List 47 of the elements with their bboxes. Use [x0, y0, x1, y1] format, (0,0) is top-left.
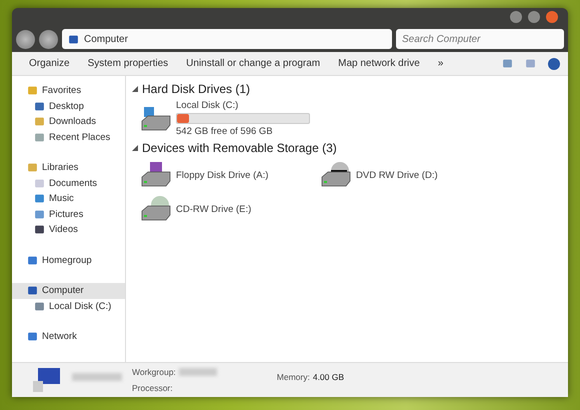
- detail-label: Memory:: [276, 372, 310, 382]
- toolbar-button[interactable]: System properties: [78, 55, 178, 72]
- sidebar-item[interactable]: Documents: [12, 176, 125, 191]
- sidebar-item[interactable]: Downloads: [12, 114, 125, 130]
- sidebar-item[interactable]: Favorites: [12, 83, 125, 98]
- toolbar-button[interactable]: Uninstall or change a program: [177, 55, 330, 72]
- drive-name[interactable]: Floppy Disk Drive (A:): [176, 170, 268, 180]
- detail-value: 4.00 GB: [312, 372, 344, 382]
- redacted-block: [72, 373, 122, 381]
- sidebar-item[interactable]: Pictures: [12, 206, 125, 222]
- sidebar-item[interactable]: Computer: [12, 283, 125, 298]
- drive-icon: [140, 161, 172, 189]
- drive-item[interactable]: Local Disk (C:) 542 GB free of 596 GB: [132, 98, 562, 139]
- close-button[interactable]: [546, 11, 558, 23]
- sidebar-item[interactable]: Recent Places: [12, 130, 125, 145]
- forward-button[interactable]: [39, 30, 58, 48]
- sidebar-item[interactable]: Local Disk (C:): [12, 298, 125, 314]
- drive-icon: [140, 104, 172, 132]
- group-heading: Devices with Removable Storage (3): [142, 141, 337, 155]
- drive-name[interactable]: CD-RW Drive (E:): [176, 204, 252, 214]
- collapse-icon[interactable]: [132, 145, 138, 151]
- address-bar[interactable]: Computer: [62, 29, 392, 49]
- free-space-text: 542 GB free of 596 GB: [176, 126, 274, 137]
- drive-icon: [140, 195, 172, 223]
- help-icon[interactable]: [548, 58, 560, 70]
- sidebar-item[interactable]: Music: [12, 191, 125, 206]
- back-button[interactable]: [16, 30, 35, 48]
- search-field[interactable]: Search Computer: [396, 29, 564, 49]
- toolbar-button[interactable]: Organize: [20, 55, 79, 72]
- detail-label: Workgroup:: [132, 367, 176, 377]
- toolbar-button[interactable]: Map network drive: [329, 55, 429, 72]
- sidebar-item[interactable]: Videos: [12, 222, 125, 238]
- sidebar-item[interactable]: Desktop: [12, 98, 125, 114]
- minimize-button[interactable]: [510, 11, 522, 23]
- drive-name: Local Disk (C:): [176, 100, 240, 111]
- drive-name[interactable]: DVD RW Drive (D:): [356, 170, 438, 180]
- breadcrumb-item[interactable]: Computer: [84, 34, 128, 44]
- redacted-block: [178, 368, 217, 376]
- detail-label: Processor:: [132, 383, 173, 393]
- sidebar-item[interactable]: Libraries: [12, 160, 125, 176]
- group-heading: Hard Disk Drives (1): [142, 82, 250, 96]
- collapse-icon[interactable]: [132, 86, 138, 92]
- more-button[interactable]: »: [428, 55, 452, 72]
- sidebar-item[interactable]: Network: [12, 329, 125, 344]
- sidebar-item[interactable]: Homegroup: [12, 252, 125, 268]
- drive-icon: [320, 161, 352, 189]
- maximize-button[interactable]: [528, 11, 540, 23]
